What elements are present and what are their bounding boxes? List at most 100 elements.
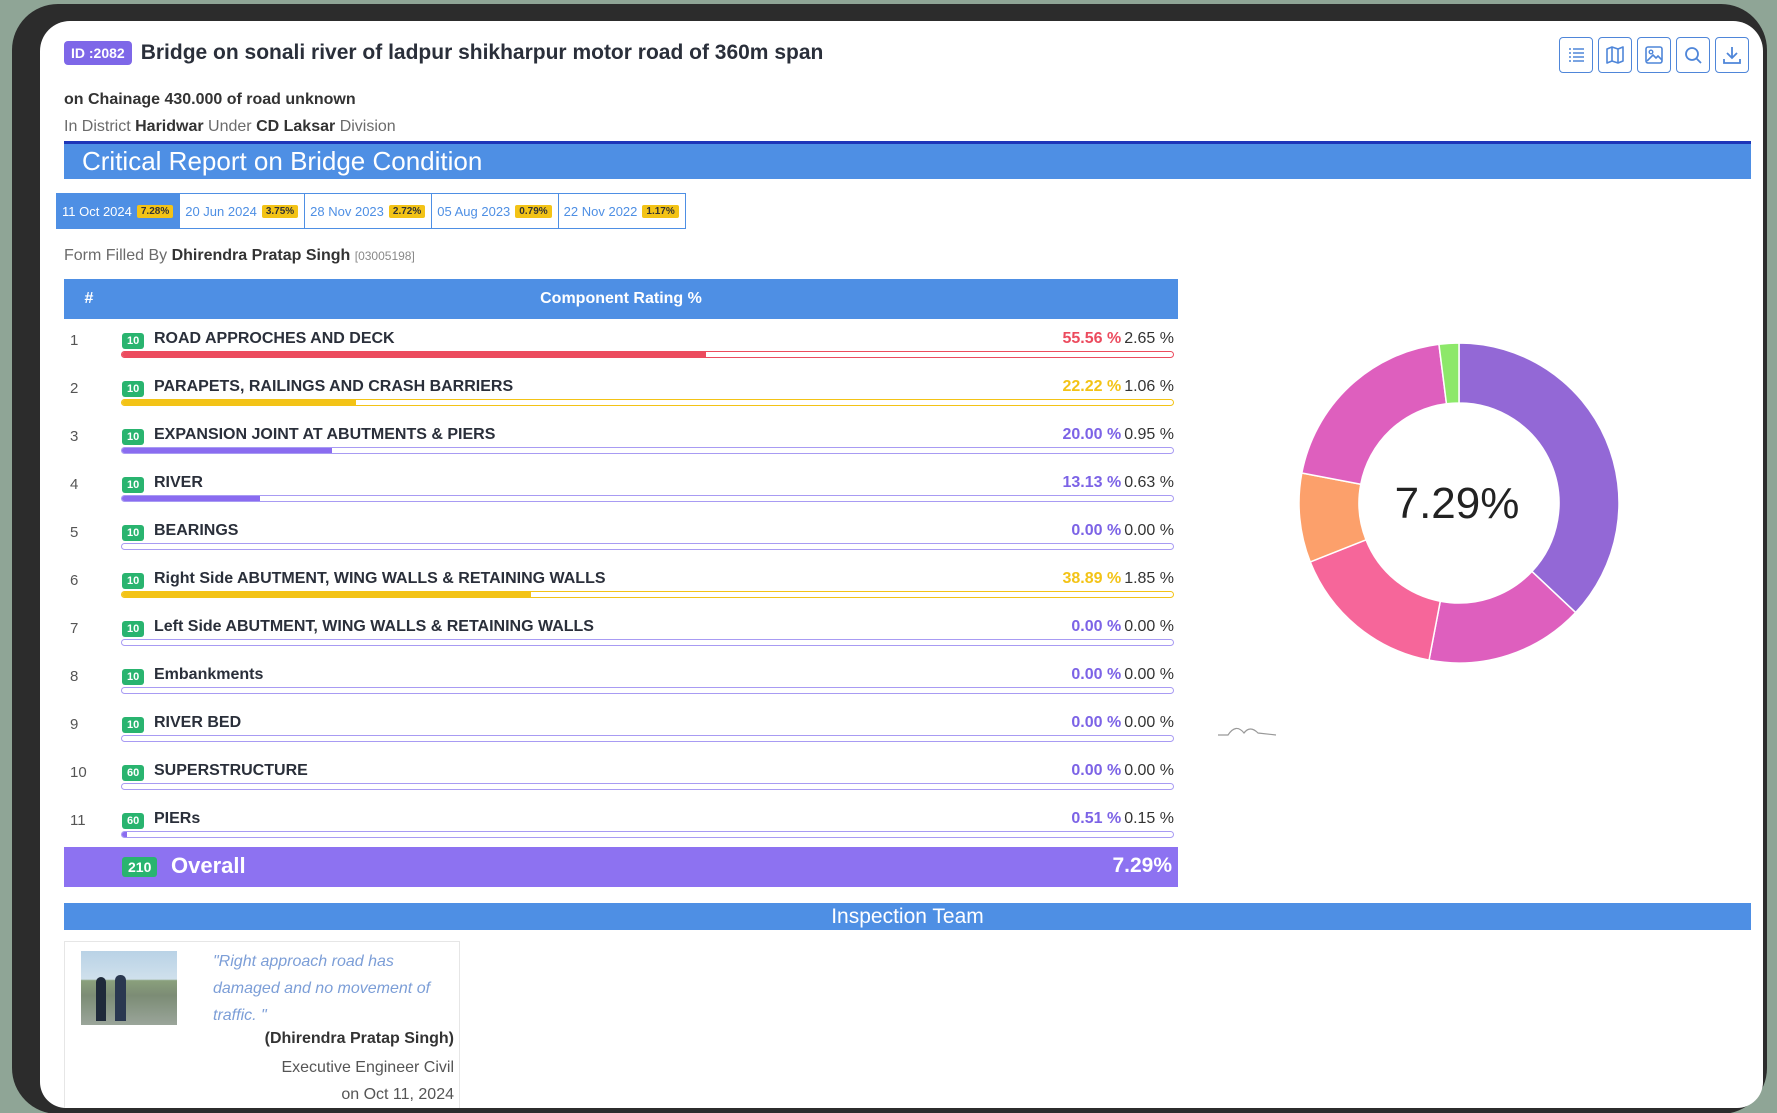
component-percent: 0.00 % (1071, 762, 1122, 779)
progress-fill (122, 496, 260, 501)
component-progress-bar (121, 591, 1174, 598)
download-button[interactable] (1715, 37, 1749, 73)
photo-person (115, 975, 126, 1021)
component-percent: 0.00 % (1071, 714, 1122, 731)
row-weight-badge: 10 (122, 573, 145, 589)
table-body: 1 10 ROAD APPROCHES AND DECK 55.56 % 2.65 % 2… (64, 319, 1178, 847)
form-filled-by: Form Filled By Dhirendra Pratap Singh [0… (64, 247, 415, 265)
progress-fill (122, 352, 706, 357)
donut-segment[interactable] (1309, 538, 1442, 662)
component-progress-bar (121, 639, 1174, 646)
component-values: 0.00 % 0.00 % (1071, 714, 1174, 732)
inspection-team-card: "Right approach road has damaged and no … (64, 941, 460, 1108)
row-weight-badge: 60 (122, 765, 145, 781)
component-values: 13.13 % 0.63 % (1062, 474, 1174, 492)
rating-donut-chart: 7.29% (1298, 342, 1620, 664)
division-suffix: Division (339, 118, 396, 135)
row-number: 8 (70, 668, 79, 685)
table-row: 10 60 SUPERSTRUCTURE 0.00 % 0.00 % (64, 751, 1178, 799)
tab-date-label: 28 Nov 2023 (310, 203, 384, 219)
component-values: 0.00 % 0.00 % (1071, 522, 1174, 540)
component-progress-bar (121, 735, 1174, 742)
component-weighted-percent: 0.00 % (1124, 618, 1174, 635)
inspector-name: (Dhirendra Pratap Singh) (264, 1030, 454, 1047)
row-number: 2 (70, 380, 79, 397)
row-weight-badge: 10 (122, 669, 145, 685)
gallery-button[interactable] (1637, 37, 1671, 73)
progress-fill (122, 448, 333, 453)
table-header: # Component Rating % (64, 279, 1178, 319)
component-progress-bar (121, 831, 1174, 838)
progress-fill (122, 832, 128, 837)
tab-date-label: 20 Jun 2024 (185, 203, 257, 219)
search-icon (1685, 47, 1702, 64)
component-values: 38.89 % 1.85 % (1062, 570, 1174, 588)
tab-percent-badge: 3.75% (261, 204, 299, 218)
tab-percent-badge: 0.79% (515, 204, 552, 218)
row-weight-badge: 10 (122, 717, 145, 733)
photo-person (96, 977, 106, 1021)
table-row: 8 10 Embankments 0.00 % 0.00 % (64, 655, 1178, 703)
bridge-id-badge: ID :2082 (64, 41, 132, 65)
search-button[interactable] (1676, 37, 1710, 73)
component-name: PARAPETS, RAILINGS AND CRASH BARRIERS (154, 378, 514, 395)
donut-center-label: 7.29% (1395, 479, 1520, 528)
component-name: ROAD APPROCHES AND DECK (154, 330, 395, 347)
row-number: 4 (70, 476, 79, 493)
list-icon (1569, 48, 1584, 62)
tab-report-date[interactable]: 05 Aug 2023 0.79% (432, 194, 559, 228)
row-weight-badge: 10 (122, 333, 145, 349)
row-weight-badge: 10 (122, 429, 145, 445)
row-number: 10 (70, 764, 87, 781)
component-values: 22.22 % 1.06 % (1062, 378, 1174, 396)
tab-report-date[interactable]: 20 Jun 2024 3.75% (180, 194, 306, 228)
component-progress-bar (121, 447, 1174, 454)
component-percent: 20.00 % (1062, 426, 1122, 443)
download-icon (1723, 47, 1741, 64)
component-weighted-percent: 0.00 % (1124, 666, 1174, 683)
map-button[interactable] (1598, 37, 1632, 73)
component-name: Embankments (154, 666, 264, 683)
component-percent: 0.00 % (1071, 618, 1122, 635)
component-weighted-percent: 0.00 % (1124, 522, 1174, 539)
component-values: 0.00 % 0.00 % (1071, 618, 1174, 636)
component-name: SUPERSTRUCTURE (154, 762, 308, 779)
form-filled-label: Form Filled By (64, 247, 168, 264)
component-progress-bar (121, 687, 1174, 694)
row-number: 6 (70, 572, 79, 589)
tab-date-label: 22 Nov 2022 (563, 203, 638, 219)
overall-row: 210 Overall 7.29% (64, 847, 1178, 887)
donut-segment[interactable] (1300, 343, 1448, 486)
tab-report-date[interactable]: 28 Nov 2023 2.72% (305, 194, 433, 228)
tab-report-date[interactable]: 22 Nov 2022 1.17% (558, 194, 685, 228)
screen: ID :2082 Bridge on sonali river of ladpu… (40, 21, 1763, 1108)
row-number: 11 (70, 812, 86, 829)
tab-date-label: 05 Aug 2023 (437, 203, 511, 219)
under-text: Under (208, 118, 252, 135)
bridge-header: ID :2082 Bridge on sonali river of ladpu… (64, 41, 823, 65)
table-row: 5 10 BEARINGS 0.00 % 0.00 % (64, 511, 1178, 559)
tab-report-date[interactable]: 11 Oct 2024 7.28% (57, 194, 181, 228)
component-name: Left Side ABUTMENT, WING WALLS & RETAINI… (154, 618, 594, 635)
table-row: 2 10 PARAPETS, RAILINGS AND CRASH BARRIERS… (64, 367, 1178, 415)
component-name: EXPANSION JOINT AT ABUTMENTS & PIERS (154, 426, 496, 443)
inspector-photo[interactable] (81, 951, 177, 1025)
component-progress-bar (121, 351, 1174, 358)
component-percent: 22.22 % (1062, 378, 1122, 395)
district-name: Haridwar (135, 118, 204, 135)
chainage-text: on Chainage 430.000 of road unknown (64, 91, 356, 108)
component-name: PIERs (154, 810, 201, 827)
component-weighted-percent: 1.85 % (1124, 570, 1174, 587)
row-weight-badge: 10 (122, 525, 145, 541)
table-row: 1 10 ROAD APPROCHES AND DECK 55.56 % 2.65 % (64, 319, 1178, 367)
device-frame: ID :2082 Bridge on sonali river of ladpu… (12, 4, 1767, 1113)
list-button[interactable] (1559, 37, 1593, 73)
table-row: 11 60 PIERs 0.51 % 0.15 % (64, 799, 1178, 847)
row-number: 3 (70, 428, 79, 445)
table-row: 4 10 RIVER 13.13 % 0.63 % (64, 463, 1178, 511)
form-filled-name: Dhirendra Pratap Singh (171, 247, 351, 264)
component-values: 55.56 % 2.65 % (1062, 330, 1174, 348)
component-percent: 0.51 % (1071, 810, 1122, 827)
component-progress-bar (121, 543, 1174, 550)
donut-segment[interactable] (1458, 342, 1620, 614)
